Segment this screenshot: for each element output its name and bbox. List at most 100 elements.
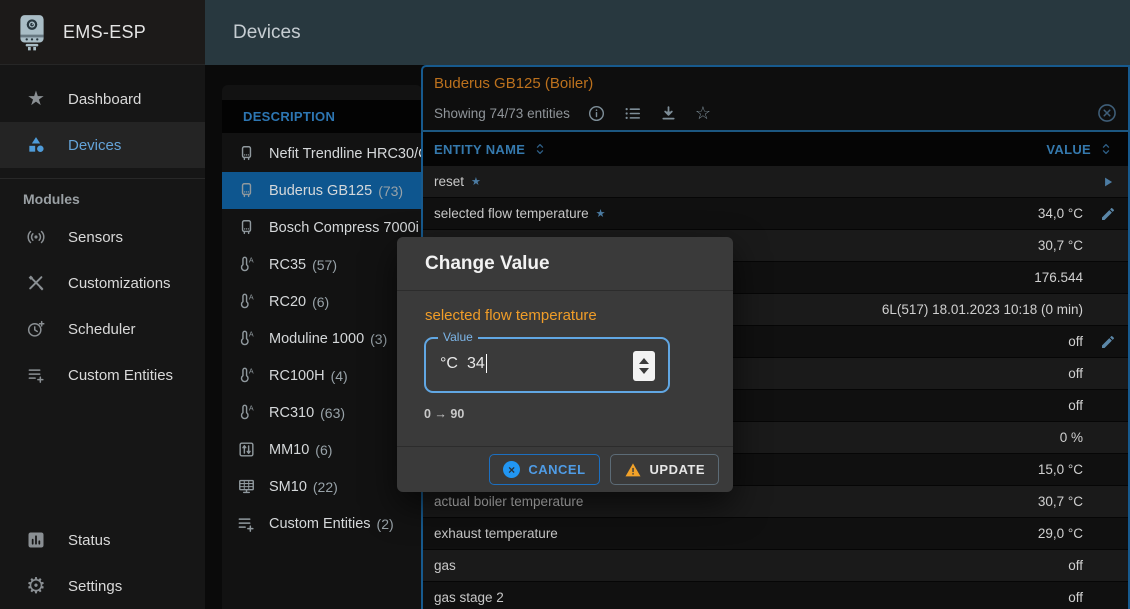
boiler-icon (235, 218, 257, 237)
showing-entities-label: Showing 74/73 entities (434, 106, 570, 121)
gear-icon: ⚙ (23, 575, 49, 597)
mixer-icon (235, 440, 257, 459)
entity-name: selected flow temperature (434, 206, 589, 221)
unit-label: °C (440, 355, 458, 373)
sidebar-item-sensors[interactable]: Sensors (0, 214, 205, 260)
stepper-down-icon[interactable] (639, 368, 649, 374)
entity-value: off (1068, 366, 1083, 381)
star-icon: ★ (23, 89, 49, 109)
stepper-up-icon[interactable] (639, 358, 649, 364)
boiler-icon (235, 144, 257, 163)
info-icon[interactable] (587, 104, 606, 123)
edit-pencil-icon[interactable] (1098, 334, 1118, 350)
cancel-circle-icon: × (503, 461, 520, 478)
entity-value: 6L(517) 18.01.2023 10:18 (0 min) (882, 302, 1083, 317)
svg-text:A: A (248, 294, 253, 302)
warning-triangle-icon (624, 461, 642, 479)
dialog-entity-label: selected flow temperature (425, 307, 597, 324)
sidebar: EMS-ESP ★ Dashboard Devices Modules Sens… (0, 0, 205, 609)
thermostat-icon: A (235, 292, 257, 311)
modules-section-label: Modules (23, 191, 80, 207)
antenna-icon (23, 227, 49, 247)
entity-toolbar: Showing 74/73 entities ☆ (434, 100, 711, 126)
value-range-hint: 0 → 90 (424, 407, 464, 421)
entity-row: exhaust temperature 29,0 °C (423, 518, 1128, 550)
close-icon[interactable] (1096, 102, 1118, 124)
entity-value: 29,0 °C (1038, 526, 1083, 541)
cancel-button[interactable]: × CANCEL (489, 454, 599, 485)
entity-value: off (1068, 558, 1083, 573)
list-view-icon[interactable] (623, 104, 642, 123)
device-item-mm10[interactable]: MM10 (6) (222, 431, 422, 468)
sidebar-item-scheduler[interactable]: Scheduler (0, 306, 205, 352)
sort-icon[interactable] (1098, 140, 1114, 158)
thermostat-icon: A (235, 255, 257, 274)
entity-value: 0 % (1060, 430, 1083, 445)
entity-value: 176.544 (1034, 270, 1083, 285)
device-rows: Nefit Trendline HRC30/C Buderus GB125 (7… (222, 135, 422, 542)
table-column-header: ENTITY NAME VALUE (423, 132, 1128, 166)
favorite-star-icon: ★ (471, 175, 481, 188)
number-stepper[interactable] (633, 351, 655, 381)
column-value[interactable]: VALUE (1046, 142, 1091, 157)
entity-panel-title: Buderus GB125 (Boiler) (434, 75, 593, 92)
solar-icon (235, 477, 257, 496)
sidebar-item-devices[interactable]: Devices (0, 122, 205, 168)
sidebar-item-settings[interactable]: ⚙ Settings (0, 563, 205, 609)
execute-play-icon[interactable] (1098, 175, 1118, 189)
entity-name: gas (434, 558, 456, 573)
sidebar-nav-modules: Sensors Customizations Scheduler Custom … (0, 214, 205, 398)
change-value-dialog: Change Value selected flow temperature V… (397, 237, 733, 492)
entity-value: off (1068, 590, 1083, 605)
device-item-sm10[interactable]: SM10 (22) (222, 468, 422, 505)
column-entity-name[interactable]: ENTITY NAME (434, 142, 525, 157)
device-item-custom-entities[interactable]: Custom Entities (2) (222, 505, 422, 542)
value-text: 34 (467, 355, 485, 373)
entity-row[interactable]: selected flow temperature ★ 34,0 °C (423, 198, 1128, 230)
device-list-panel: DESCRIPTION Nefit Trendline HRC30/C Bude… (222, 85, 422, 609)
text-caret (486, 354, 488, 373)
device-item-rc20[interactable]: A RC20 (6) (222, 283, 422, 320)
sidebar-item-customizations[interactable]: Customizations (0, 260, 205, 306)
boiler-icon (235, 181, 257, 200)
entity-name: exhaust temperature (434, 526, 558, 541)
thermostat-icon: A (235, 403, 257, 422)
favorites-star-icon[interactable]: ☆ (695, 104, 711, 122)
device-item-nefit-trendline-hrc30-c[interactable]: Nefit Trendline HRC30/C (222, 135, 422, 172)
category-icon (23, 135, 49, 155)
svg-text:A: A (248, 331, 253, 339)
tools-icon (23, 273, 49, 293)
appbar: Devices (205, 0, 1130, 65)
sidebar-item-custom-entities[interactable]: Custom Entities (0, 352, 205, 398)
sort-icon[interactable] (532, 140, 548, 158)
sidebar-item-status[interactable]: Status (0, 517, 205, 563)
dialog-title: Change Value (397, 237, 733, 291)
device-list-header: DESCRIPTION (222, 100, 422, 133)
device-item-bosch-compress-7000i[interactable]: Bosch Compress 7000i (222, 209, 422, 246)
entity-row[interactable]: reset★ (423, 166, 1128, 198)
value-input-text: °C 34 (440, 354, 487, 373)
page-title: Devices (233, 22, 301, 44)
device-item-rc100h[interactable]: A RC100H (4) (222, 357, 422, 394)
favorite-star-icon: ★ (596, 207, 606, 220)
entity-name: gas stage 2 (434, 590, 504, 605)
entity-row: gas off (423, 550, 1128, 582)
sidebar-nav-footer: Status ⚙ Settings (0, 517, 205, 609)
brand-title: EMS-ESP (63, 22, 146, 43)
update-button[interactable]: UPDATE (610, 454, 719, 485)
entity-value: 15,0 °C (1038, 462, 1083, 477)
list-plus-icon (23, 365, 49, 385)
edit-pencil-icon[interactable] (1098, 206, 1118, 222)
device-item-rc35[interactable]: A RC35 (57) (222, 246, 422, 283)
svg-text:A: A (248, 257, 253, 265)
entity-name: actual boiler temperature (434, 494, 583, 509)
device-item-moduline-1000[interactable]: A Moduline 1000 (3) (222, 320, 422, 357)
entity-value: 34,0 °C (1038, 206, 1083, 221)
download-icon[interactable] (659, 104, 678, 123)
sidebar-item-dashboard[interactable]: ★ Dashboard (0, 76, 205, 122)
entity-row: gas stage 2 off (423, 582, 1128, 609)
svg-text:A: A (248, 368, 253, 376)
value-input[interactable]: Value °C 34 (424, 337, 670, 393)
device-item-rc310[interactable]: A RC310 (63) (222, 394, 422, 431)
device-item-buderus-gb125[interactable]: Buderus GB125 (73) (222, 172, 422, 209)
